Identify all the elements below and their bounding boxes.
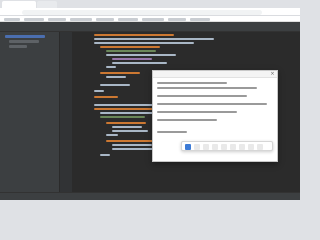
format-button[interactable] — [212, 144, 218, 150]
format-button[interactable] — [257, 144, 263, 150]
project-file-tree — [0, 32, 60, 192]
bookmark-item[interactable] — [96, 17, 114, 21]
bookmark-item[interactable] — [142, 17, 164, 21]
close-icon[interactable]: × — [270, 72, 275, 77]
formatting-toolbar — [181, 141, 273, 151]
browser-toolbar — [0, 8, 300, 16]
format-button[interactable] — [194, 144, 200, 150]
status-bar — [0, 192, 300, 200]
format-button[interactable] — [239, 144, 245, 150]
bookmark-item[interactable] — [168, 17, 186, 21]
browser-tab[interactable] — [2, 1, 36, 8]
format-button[interactable] — [248, 144, 254, 150]
bookmark-item[interactable] — [70, 17, 92, 21]
editor-tab-bar[interactable] — [0, 22, 300, 32]
address-bar[interactable] — [22, 9, 262, 15]
format-button[interactable] — [230, 144, 236, 150]
browser-tab-strip — [0, 0, 300, 8]
dialog-text-line — [157, 103, 267, 105]
line-number-gutter — [60, 32, 72, 192]
popup-dialog: × — [152, 70, 278, 162]
dialog-text-line — [157, 131, 187, 133]
bookmark-item[interactable] — [24, 17, 44, 21]
format-button[interactable] — [203, 144, 209, 150]
format-button[interactable] — [185, 144, 191, 150]
format-button[interactable] — [221, 144, 227, 150]
file-tree-item[interactable] — [5, 35, 45, 38]
bookmark-item[interactable] — [118, 17, 138, 21]
file-tree-item[interactable] — [9, 40, 39, 43]
browser-tab[interactable] — [37, 1, 57, 8]
dialog-text-line — [157, 119, 217, 121]
bookmark-item[interactable] — [48, 17, 66, 21]
dialog-text-line — [157, 82, 227, 84]
dialog-text-line — [157, 111, 237, 113]
dialog-title-bar — [153, 71, 277, 78]
bookmark-item[interactable] — [4, 17, 20, 21]
file-tree-item[interactable] — [9, 45, 27, 48]
dialog-text-line — [157, 87, 257, 89]
dialog-text-line — [157, 95, 247, 97]
bookmark-item[interactable] — [190, 17, 210, 21]
